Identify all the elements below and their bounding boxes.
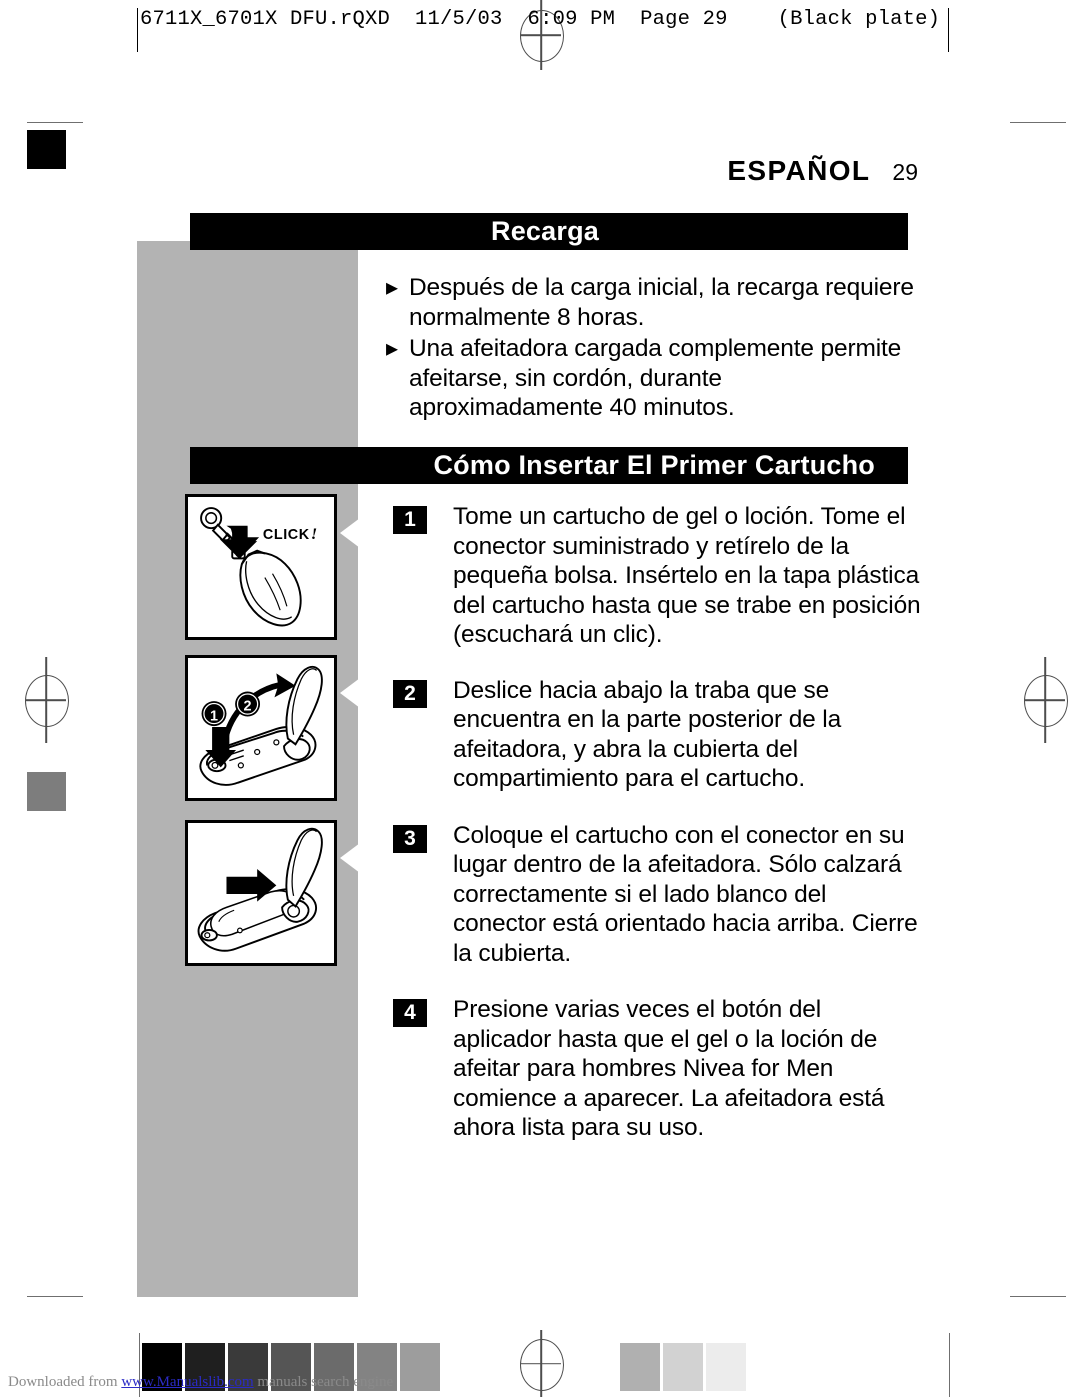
page-header: ESPAÑOL 29	[727, 155, 918, 187]
callout-label-2: 2	[244, 699, 252, 715]
language-label: ESPAÑOL	[727, 155, 871, 186]
step-number-badge: 4	[393, 999, 427, 1027]
watermark-prefix: Downloaded from	[8, 1374, 122, 1390]
callout-badge-1: 1	[201, 701, 227, 727]
trim-mark-top-right	[1010, 122, 1066, 123]
step-text: Tome un cartucho de gel o loción. Tome e…	[453, 503, 921, 648]
section-title-cartucho: Cómo Insertar El Primer Cartucho	[190, 447, 908, 484]
trim-mark-top-left	[27, 122, 83, 123]
page-number: 29	[892, 159, 918, 185]
step-text: Coloque el cartucho con el conector en s…	[453, 821, 918, 967]
registration-mark-right	[1024, 657, 1068, 743]
color-wedge-light-1	[663, 1343, 703, 1391]
bullet-triangle-icon: ▸	[386, 274, 399, 301]
watermark-suffix: manuals search engine	[253, 1374, 394, 1390]
registration-mark-left	[25, 657, 69, 743]
list-item-text: Una afeitadora cargada complemente permi…	[409, 335, 902, 421]
figure-pointer-2	[340, 672, 368, 714]
figure-shaver-open-cover: 1 2	[185, 655, 337, 801]
figure-caption-exclamation: !	[311, 524, 317, 543]
section-title-text: Recarga	[491, 216, 599, 246]
trim-line-left	[137, 8, 138, 52]
list-item: ▸ Una afeitadora cargada complemente per…	[386, 334, 921, 423]
color-wedge-dark-6	[400, 1343, 440, 1391]
figure-shaver-insert-cartridge	[185, 820, 337, 966]
callout-badge-2: 2	[235, 691, 261, 717]
step-number-badge: 3	[393, 824, 427, 853]
prepress-slug-line: 6711X_6701X DFU.rQXD 11/5/03 6:09 PM Pag…	[140, 8, 941, 31]
trim-mark-bottom-left	[27, 1296, 83, 1297]
figure-pointer-1	[340, 512, 368, 554]
density-patch-black	[27, 130, 66, 169]
density-patch-gray	[27, 772, 66, 811]
list-item-text: Después de la carga inicial, la recarga …	[409, 274, 914, 331]
cartucho-step-list: 1 Tome un cartucho de gel o loción. Tome…	[393, 502, 921, 1171]
figure-caption-click: CLICK	[263, 527, 310, 543]
step-number-badge: 2	[393, 679, 427, 708]
color-wedge-light-2	[706, 1343, 746, 1391]
trim-line-bottom-right	[949, 1333, 950, 1397]
callout-label-1: 1	[210, 708, 218, 724]
step-number-badge: 1	[393, 506, 427, 534]
step-item: 4 Presione varias veces el botón del apl…	[393, 995, 921, 1143]
color-wedge-light-0	[620, 1343, 660, 1391]
step-item: 3 Coloque el cartucho con el conector en…	[393, 821, 921, 969]
section-title-recarga: Recarga	[190, 213, 908, 250]
step-item: 1 Tome un cartucho de gel o loción. Tome…	[393, 502, 921, 650]
step-text: Deslice hacia abajo la traba que se encu…	[453, 676, 842, 793]
shaver-insert-cartridge-illustration	[197, 827, 323, 952]
step-item: 2 Deslice hacia abajo la traba que se en…	[393, 676, 921, 794]
list-item: ▸ Después de la carga inicial, la recarg…	[386, 273, 921, 332]
connector-into-cartridge-cap-illustration: CLICK !	[200, 507, 317, 627]
figure-connector-into-cartridge-cap: CLICK !	[185, 494, 337, 640]
step-text: Presione varias veces el botón del aplic…	[453, 996, 885, 1141]
watermark-link[interactable]: www.Manualslib.com	[121, 1374, 253, 1390]
recarga-bullet-list: ▸ Después de la carga inicial, la recarg…	[386, 273, 921, 425]
download-watermark: Downloaded from www.Manualslib.com manua…	[8, 1374, 393, 1391]
registration-mark-bottom	[520, 1330, 564, 1397]
figure-pointer-3	[340, 837, 368, 879]
trim-mark-bottom-right	[1010, 1296, 1066, 1297]
section-title-text: Cómo Insertar El Primer Cartucho	[433, 450, 875, 480]
bullet-triangle-icon: ▸	[386, 335, 399, 362]
shaver-open-cover-illustration: 1 2	[199, 666, 323, 786]
